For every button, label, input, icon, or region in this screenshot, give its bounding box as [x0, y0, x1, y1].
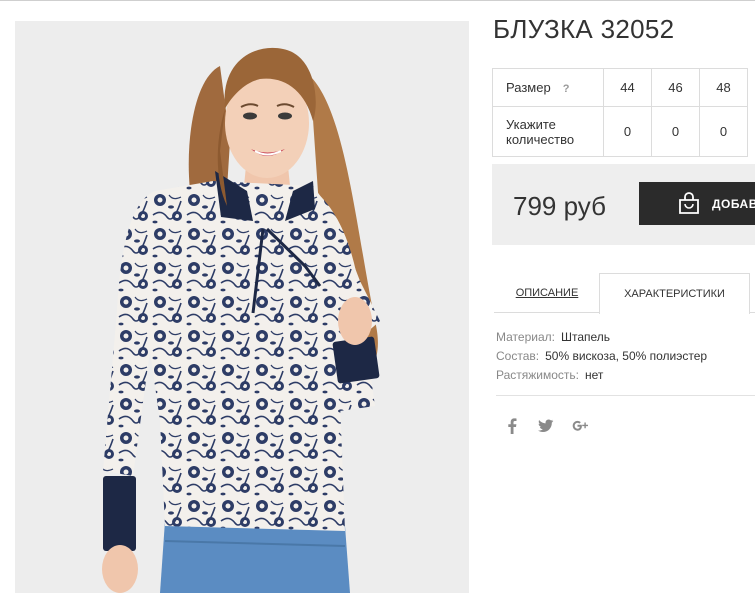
tab-characteristics[interactable]: ХАРАКТЕРИСТИКИ — [599, 273, 750, 314]
size-help-icon[interactable]: ? — [563, 83, 570, 95]
facebook-icon[interactable] — [507, 418, 517, 434]
characteristics-list: Материал: Штапель Состав: 50% вискоза, 50%… — [496, 328, 707, 385]
size-option-48: 48 — [699, 68, 748, 107]
characteristic-row: Растяжимость: нет — [496, 366, 707, 385]
tab-description[interactable]: ОПИСАНИЕ — [494, 273, 600, 312]
quantity-input-46[interactable]: 0 — [651, 106, 700, 157]
product-price: 799 руб — [513, 191, 606, 221]
size-label: Размер — [506, 80, 551, 95]
characteristic-key: Состав: — [496, 349, 540, 363]
quantity-label-line1: Укажите — [506, 116, 556, 132]
quantity-label-line2: количество — [506, 131, 575, 147]
characteristic-value: Штапель — [560, 330, 611, 344]
product-title: БЛУЗКА 32052 — [493, 14, 675, 44]
twitter-icon[interactable] — [538, 418, 554, 434]
google-plus-icon[interactable] — [572, 418, 589, 434]
size-row: Размер? 44 46 48 — [492, 68, 748, 107]
characteristic-value: 50% вискоза, 50% полиэстер — [545, 349, 708, 363]
characteristic-row: Материал: Штапель — [496, 328, 707, 347]
shopping-bag-icon — [679, 192, 699, 214]
quantity-input-44[interactable]: 0 — [603, 106, 652, 157]
tab-divider-right — [749, 312, 755, 313]
add-to-cart-button[interactable]: ДОБАВИТЬ — [639, 182, 755, 225]
product-photo[interactable] — [15, 21, 469, 593]
product-photo-illustration — [15, 21, 469, 593]
characteristic-key: Материал: — [496, 330, 555, 344]
size-label-cell: Размер? — [492, 68, 604, 107]
section-divider — [496, 395, 755, 396]
price-panel: 799 руб ДОБАВИТЬ — [492, 164, 755, 245]
top-divider — [0, 0, 755, 1]
quantity-label-cell: Укажите количество — [492, 106, 604, 157]
add-to-cart-label: ДОБАВИТЬ — [712, 197, 755, 211]
characteristic-row: Состав: 50% вискоза, 50% полиэстер — [496, 347, 707, 366]
quantity-input-48[interactable]: 0 — [699, 106, 748, 157]
size-option-46: 46 — [651, 68, 700, 107]
characteristic-value: нет — [585, 368, 604, 382]
characteristic-key: Растяжимость: — [496, 368, 580, 382]
size-option-44: 44 — [603, 68, 652, 107]
tab-divider-left — [494, 312, 600, 313]
size-quantity-table: Размер? 44 46 48 Укажите количество 0 0 … — [492, 68, 748, 157]
quantity-row: Укажите количество 0 0 0 — [492, 106, 748, 157]
